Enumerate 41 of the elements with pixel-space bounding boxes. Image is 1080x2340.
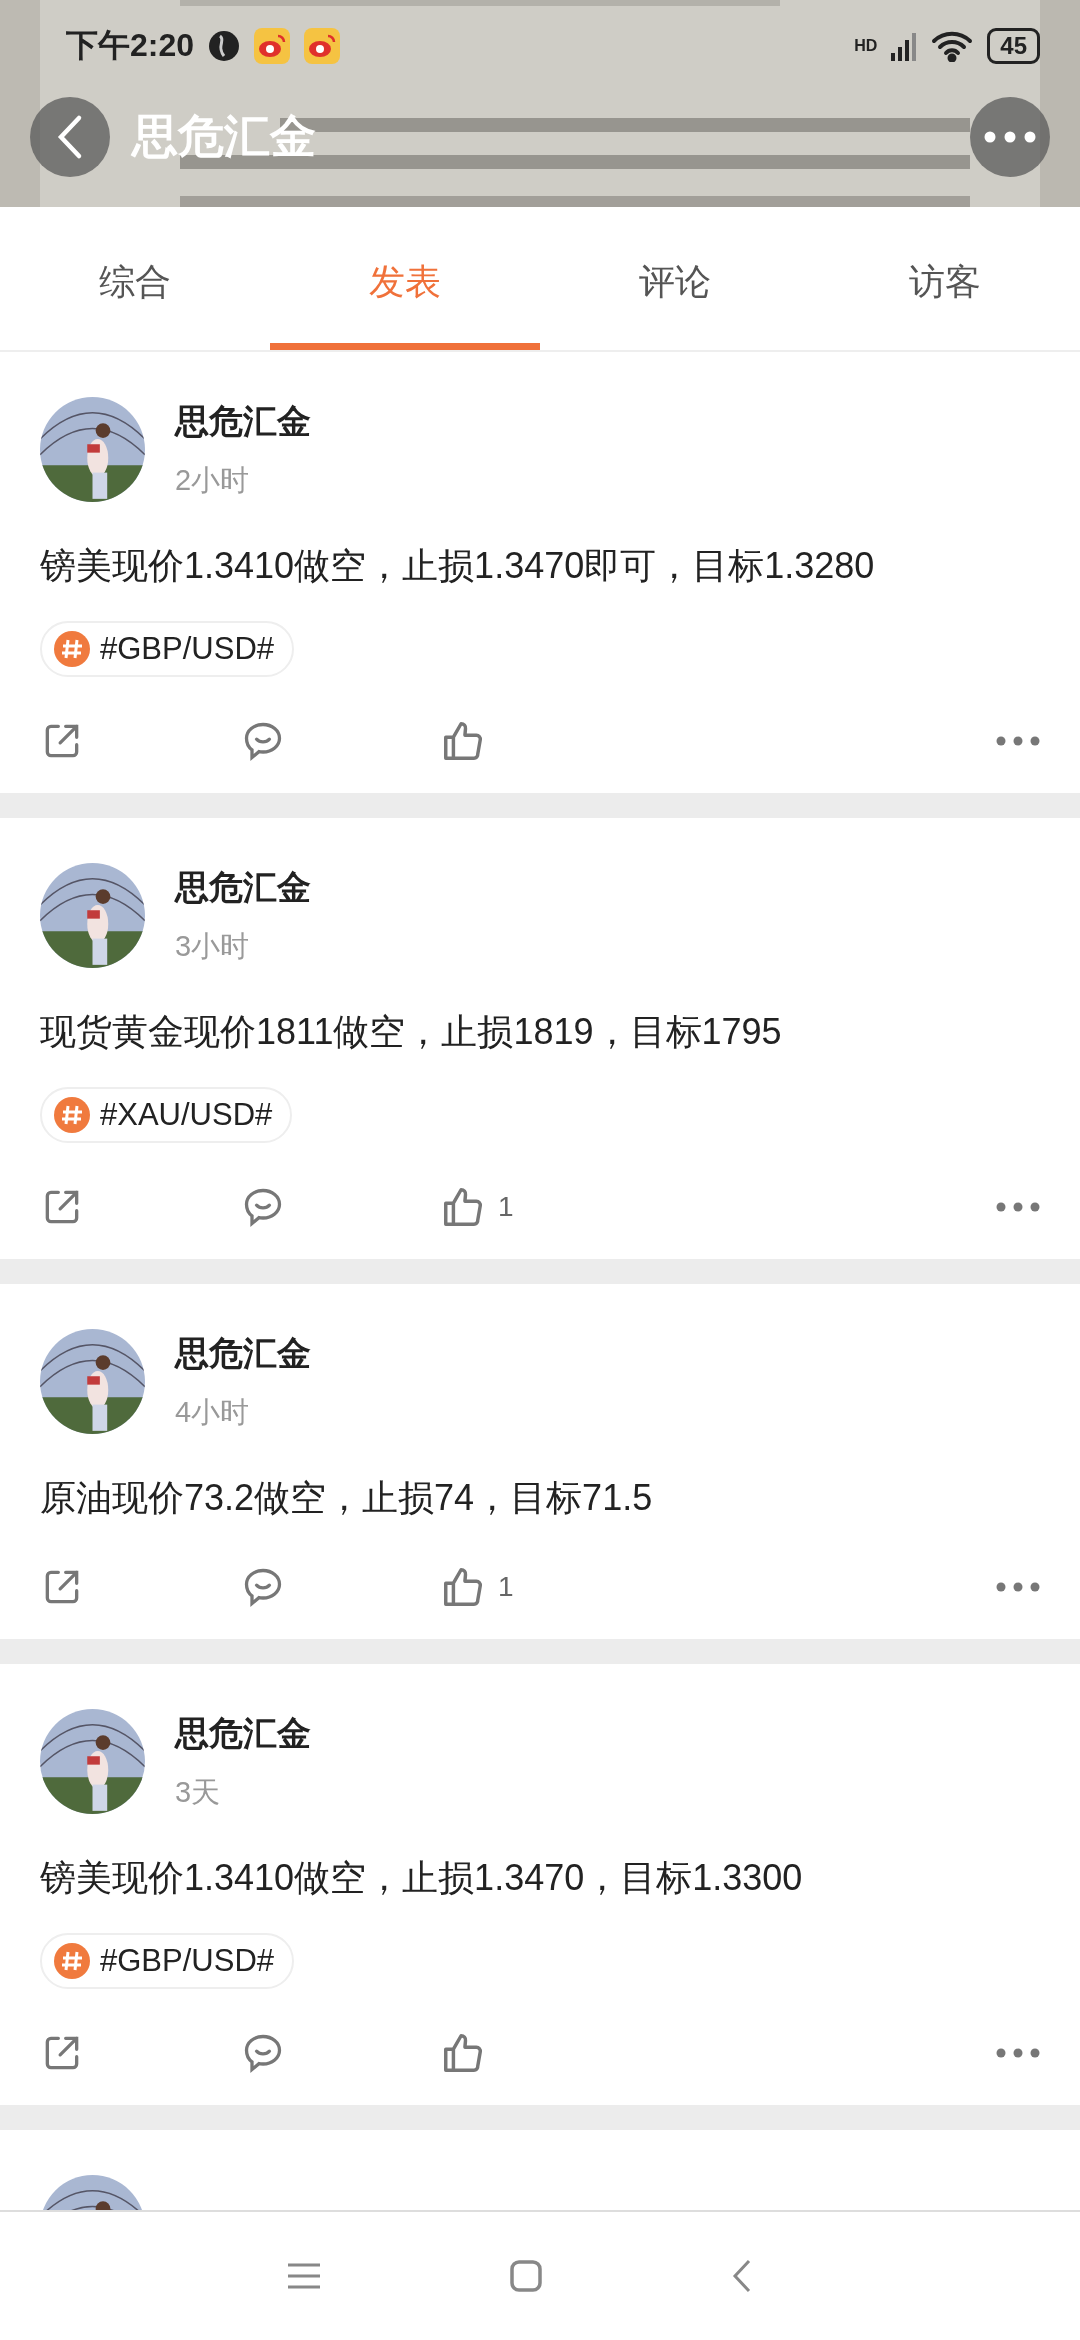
author-name[interactable]: 思危汇金 xyxy=(175,1710,311,1757)
menu-icon[interactable] xyxy=(288,2263,320,2289)
post-text: 镑美现价1.3410做空，止损1.3470，目标1.3300 xyxy=(40,1856,804,1900)
wifi-icon xyxy=(931,30,974,62)
tag-text: #GBP/USD# xyxy=(100,1943,274,1979)
home-icon[interactable] xyxy=(510,2260,542,2292)
topic-tag[interactable]: #GBP/USD# xyxy=(40,621,294,677)
topic-tag[interactable]: #GBP/USD# xyxy=(40,1933,294,1989)
network-label: HD xyxy=(854,37,878,55)
post-text: 现货黄金现价1811做空，止损1819，目标1795 xyxy=(40,1010,783,1054)
more-icon xyxy=(996,2048,1040,2058)
post-time: 4小时 xyxy=(175,1394,251,1430)
hashtag-icon xyxy=(54,1943,90,1979)
back-icon[interactable] xyxy=(732,2259,752,2293)
post-text: 镑美现价1.3410做空，止损1.3470即可，目标1.3280 xyxy=(40,544,876,588)
page-title: 思危汇金 xyxy=(132,109,317,164)
like-button[interactable]: 1 xyxy=(440,1184,640,1230)
more-icon xyxy=(996,1582,1040,1592)
post-time: 3小时 xyxy=(175,928,251,964)
like-count: 1 xyxy=(498,1191,514,1223)
tag-text: #XAU/USD# xyxy=(100,1097,273,1133)
more-icon xyxy=(996,736,1040,746)
more-icon xyxy=(996,1202,1040,1212)
post-text: 原油现价73.2做空，止损74，目标71.5 xyxy=(40,1476,654,1520)
more-icon xyxy=(984,131,1036,143)
author-name[interactable]: 思危汇金 xyxy=(175,398,311,445)
author-name[interactable]: 思危汇金 xyxy=(175,864,311,911)
like-button[interactable]: 1 xyxy=(440,1564,640,1610)
topic-tag[interactable]: #XAU/USD# xyxy=(40,1087,293,1143)
tag-text: #GBP/USD# xyxy=(100,631,274,667)
signal-icon xyxy=(891,31,918,61)
author-name[interactable]: 思危汇金 xyxy=(175,1330,311,1377)
post-time: 2小时 xyxy=(175,462,251,498)
post-time: 3天 xyxy=(175,1774,222,1810)
status-time: 下午2:20 xyxy=(66,26,195,65)
eye-app-icon xyxy=(254,28,291,64)
hashtag-icon xyxy=(54,1097,90,1133)
hashtag-icon xyxy=(54,631,90,667)
eye-app-icon xyxy=(304,28,341,64)
battery-level: 45 xyxy=(987,28,1040,64)
like-count: 1 xyxy=(498,1571,514,1603)
